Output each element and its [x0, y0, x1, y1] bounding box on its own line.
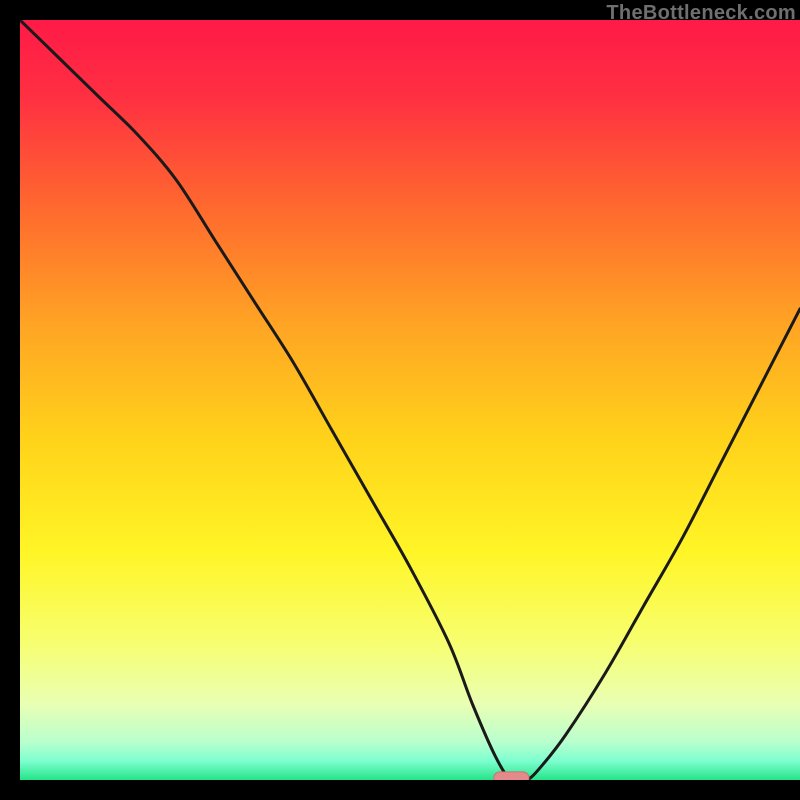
heatmap-gradient: [20, 20, 800, 780]
chart-frame: TheBottleneck.com: [20, 0, 800, 780]
plot-area: [20, 20, 800, 780]
watermark-label: TheBottleneck.com: [606, 2, 796, 25]
